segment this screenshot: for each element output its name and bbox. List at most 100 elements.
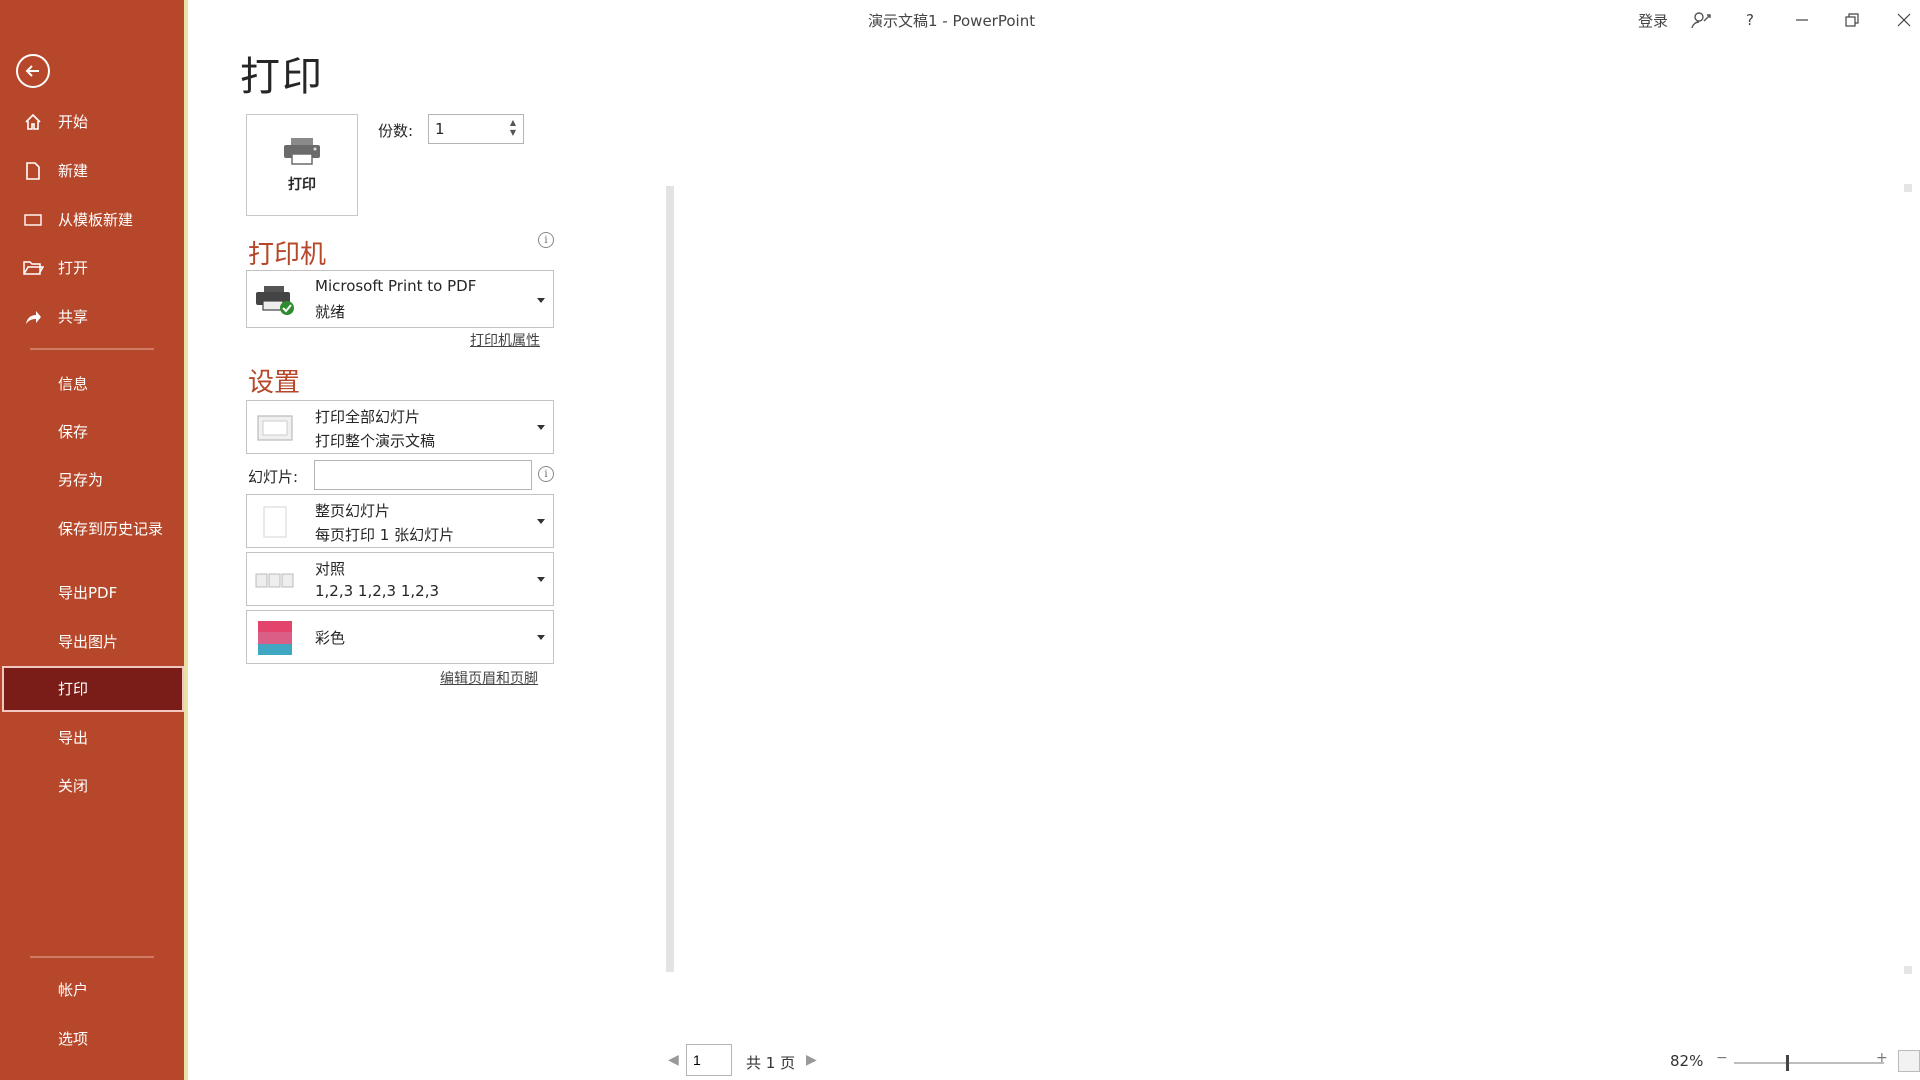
- layout-dropdown[interactable]: 整页幻灯片 每页打印 1 张幻灯片: [246, 494, 554, 548]
- window-title: 演示文稿1 - PowerPoint: [868, 12, 1036, 30]
- print-preview: [678, 186, 1900, 972]
- sidebar-item-save-to-history[interactable]: 保存到历史记录: [0, 512, 184, 568]
- page-number-input[interactable]: [693, 1046, 729, 1074]
- page-title: 打印: [240, 54, 324, 100]
- sidebar-item-label: 帐户: [58, 981, 89, 999]
- preview-divider: [666, 186, 674, 972]
- chevron-down-icon: [537, 577, 545, 582]
- chevron-down-icon: [537, 519, 545, 524]
- chevron-down-icon: [537, 298, 545, 303]
- sidebar-item-label: 导出: [58, 729, 89, 747]
- chevron-down-icon: [537, 425, 545, 430]
- info-icon[interactable]: i: [538, 466, 554, 482]
- print-button-label: 打印: [288, 177, 316, 193]
- sidebar-item-export-pdf[interactable]: 导出PDF: [0, 573, 184, 613]
- copies-label: 份数:: [378, 122, 414, 140]
- previous-page-icon[interactable]: ◀: [668, 1052, 679, 1068]
- zoom-slider[interactable]: [1734, 1062, 1884, 1064]
- share-icon: [22, 306, 44, 328]
- printer-name: Microsoft Print to PDF: [315, 277, 477, 295]
- page-number-field[interactable]: [686, 1044, 732, 1076]
- sidebar-item-label: 信息: [58, 375, 89, 393]
- sidebar-item-label: 保存到历史记录: [58, 520, 164, 538]
- print-range-dropdown[interactable]: 打印全部幻灯片 打印整个演示文稿: [246, 400, 554, 454]
- sidebar-item-save-as[interactable]: 另存为: [0, 460, 184, 500]
- new-document-icon: [22, 160, 44, 182]
- color-title: 彩色: [315, 629, 346, 647]
- coauthor-icon[interactable]: [1688, 8, 1714, 32]
- info-icon[interactable]: i: [538, 232, 554, 248]
- title-bar: 演示文稿1 - PowerPoint 登录 ?: [188, 0, 1920, 40]
- slides-input[interactable]: [319, 462, 529, 488]
- sidebar-item-close[interactable]: 关闭: [0, 766, 184, 806]
- sidebar-item-label: 打印: [58, 680, 89, 698]
- printer-properties-link[interactable]: 打印机属性: [470, 330, 540, 350]
- color-swatch-icon: [253, 619, 297, 657]
- collate-subtitle: 1,2,3 1,2,3 1,2,3: [315, 582, 440, 600]
- slides-range-icon: [253, 409, 297, 447]
- sidebar-item-label: 导出PDF: [58, 584, 118, 602]
- sidebar-item-open[interactable]: 打开: [0, 248, 184, 288]
- backstage-sidebar: 开始 新建 从模板新建 打开 共享 信息 保存 另存为 保存到历史记录 导出PD…: [0, 0, 188, 1080]
- slides-field[interactable]: [314, 460, 532, 490]
- print-button[interactable]: 打印: [246, 114, 358, 216]
- sidebar-item-label: 另存为: [58, 471, 104, 489]
- sidebar-item-label: 开始: [58, 113, 89, 131]
- sidebar-item-label: 导出图片: [58, 633, 119, 651]
- sidebar-item-account[interactable]: 帐户: [0, 970, 184, 1010]
- printer-status: 就绪: [315, 303, 346, 321]
- chevron-down-icon: [537, 635, 545, 640]
- copies-spinner[interactable]: ▲ ▼: [507, 118, 519, 140]
- home-icon: [22, 111, 44, 133]
- sidebar-item-new-from-template[interactable]: 从模板新建: [0, 200, 184, 240]
- copies-input[interactable]: [435, 116, 505, 142]
- print-range-title: 打印全部幻灯片: [315, 408, 421, 426]
- page-total: 共 1 页: [746, 1054, 796, 1072]
- collate-dropdown[interactable]: 对照 1,2,3 1,2,3 1,2,3: [246, 552, 554, 606]
- fit-to-window-icon[interactable]: [1898, 1050, 1920, 1072]
- sidebar-item-export-image[interactable]: 导出图片: [0, 622, 184, 662]
- sidebar-item-label: 打开: [58, 259, 89, 277]
- sidebar-item-label: 从模板新建: [58, 211, 134, 229]
- collate-title: 对照: [315, 560, 346, 578]
- sidebar-item-options[interactable]: 选项: [0, 1019, 184, 1059]
- sidebar-item-print[interactable]: 打印: [2, 666, 184, 712]
- scrollbar-bottom[interactable]: [1904, 966, 1912, 974]
- next-page-icon[interactable]: ▶: [806, 1052, 817, 1068]
- layout-title: 整页幻灯片: [315, 502, 391, 520]
- folder-open-icon: [22, 257, 44, 279]
- zoom-slider-thumb[interactable]: [1786, 1055, 1789, 1071]
- printer-dropdown[interactable]: Microsoft Print to PDF 就绪: [246, 270, 554, 328]
- copies-stepper[interactable]: ▲▼: [428, 114, 524, 144]
- help-button[interactable]: ?: [1740, 8, 1760, 32]
- sidebar-divider: [30, 956, 154, 958]
- scrollbar-top[interactable]: [1904, 184, 1912, 192]
- sidebar-item-home[interactable]: 开始: [0, 102, 184, 142]
- print-range-subtitle: 打印整个演示文稿: [315, 432, 436, 450]
- color-dropdown[interactable]: 彩色: [246, 610, 554, 664]
- sidebar-divider: [30, 348, 154, 350]
- minimize-icon[interactable]: [1788, 8, 1816, 32]
- settings-section-heading: 设置: [248, 368, 301, 398]
- zoom-in-icon[interactable]: +: [1876, 1050, 1888, 1066]
- zoom-level[interactable]: 82%: [1670, 1052, 1703, 1070]
- back-arrow-icon[interactable]: [16, 54, 50, 88]
- collate-icon: [253, 561, 297, 599]
- sidebar-item-new[interactable]: 新建: [0, 151, 184, 191]
- sidebar-item-info[interactable]: 信息: [0, 364, 184, 404]
- layout-subtitle: 每页打印 1 张幻灯片: [315, 526, 455, 544]
- printer-icon: [281, 136, 323, 170]
- sidebar-item-export[interactable]: 导出: [0, 718, 184, 758]
- close-icon[interactable]: [1890, 8, 1918, 32]
- sign-in-link[interactable]: 登录: [1638, 8, 1668, 32]
- sidebar-item-label: 共享: [58, 308, 89, 326]
- slides-label: 幻灯片:: [248, 468, 299, 486]
- sidebar-item-save[interactable]: 保存: [0, 412, 184, 452]
- restore-icon[interactable]: [1838, 8, 1866, 32]
- template-icon: [22, 209, 44, 231]
- sidebar-item-label: 选项: [58, 1030, 89, 1048]
- edit-header-footer-link[interactable]: 编辑页眉和页脚: [440, 668, 538, 688]
- sidebar-item-share[interactable]: 共享: [0, 297, 184, 337]
- zoom-out-icon[interactable]: −: [1716, 1050, 1728, 1066]
- sidebar-item-label: 新建: [58, 162, 89, 180]
